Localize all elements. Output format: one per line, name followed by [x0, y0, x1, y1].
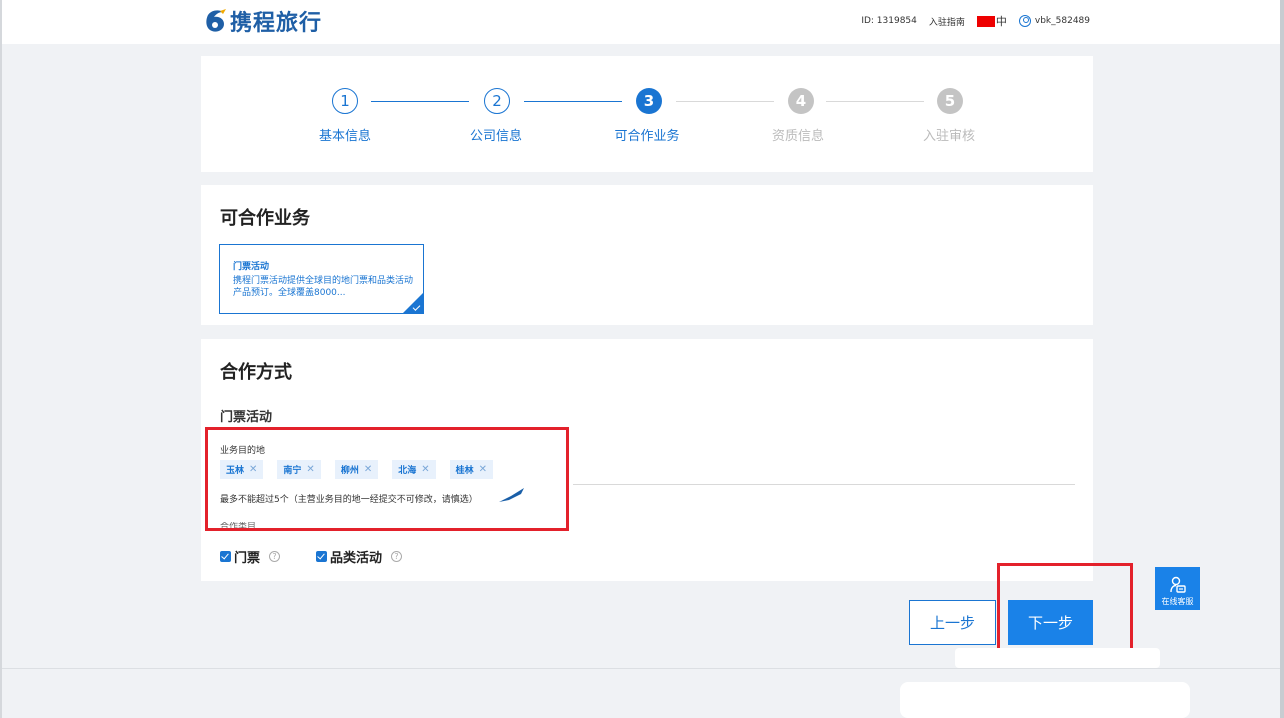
- logo-text: 携程旅行: [230, 11, 323, 36]
- redaction-blot: [900, 682, 1190, 718]
- user-menu[interactable]: vbk_582489: [1018, 15, 1090, 27]
- logo[interactable]: 携程旅行: [202, 6, 322, 36]
- step-3-circle: 3: [636, 88, 662, 114]
- footer-divider: [2, 668, 1280, 669]
- checkbox-checked-icon: [316, 551, 328, 562]
- redaction-blot: [955, 648, 1160, 668]
- step-1-circle: 1: [332, 88, 358, 114]
- annotation-box-destinations: [205, 427, 569, 531]
- step-2-circle: 2: [484, 88, 510, 114]
- checkbox-checked-icon: [220, 551, 231, 562]
- step-connector-2: [524, 101, 622, 102]
- checkbox-label: 品类活动: [330, 551, 383, 566]
- step-connector-3: [676, 101, 774, 102]
- step-5-circle: 5: [937, 88, 963, 114]
- header-right: ID: 1319854 入驻指南 中 vbk_582489: [849, 13, 1090, 29]
- business-option-title: 门票活动: [233, 262, 270, 272]
- business-section: 可合作业务 门票活动 携程门票活动提供全球目的地门票和品类活动产品预订。全球覆盖…: [201, 185, 1093, 325]
- checkbox-tickets[interactable]: 门票 ?: [220, 547, 281, 566]
- cooperation-section-title: 合作方式: [220, 362, 292, 383]
- progress-steps: 1 2 3 4 5 基本信息 公司信息 可合作业务 资质信息 入驻审核: [201, 56, 1093, 172]
- help-icon[interactable]: ?: [391, 551, 403, 562]
- user-icon: [1018, 15, 1031, 27]
- step-connector-4: [826, 101, 924, 102]
- online-service-label: 在线客服: [1161, 597, 1194, 606]
- page-edge-right: [1280, 0, 1284, 718]
- pen-scribble: [499, 488, 524, 502]
- online-service-button[interactable]: 在线客服: [1155, 567, 1200, 610]
- selected-corner-icon: [403, 293, 423, 313]
- language-switch[interactable]: 中: [976, 13, 1007, 29]
- business-option-description: 携程门票活动提供全球目的地门票和品类活动产品预订。全球覆盖8000...: [233, 276, 414, 298]
- next-button[interactable]: 下一步: [1008, 600, 1093, 645]
- username: vbk_582489: [1034, 16, 1090, 26]
- help-icon[interactable]: ?: [269, 551, 281, 562]
- step-1-label: 基本信息: [318, 129, 371, 144]
- guide-link[interactable]: 入驻指南: [929, 15, 965, 28]
- step-connector-1: [371, 101, 469, 102]
- step-4-label: 资质信息: [771, 129, 824, 144]
- business-option-tickets[interactable]: 门票活动 携程门票活动提供全球目的地门票和品类活动产品预订。全球覆盖8000..…: [219, 244, 424, 314]
- dolphin-logo-icon: [206, 9, 226, 32]
- step-2-label: 公司信息: [469, 129, 522, 144]
- previous-button[interactable]: 上一步: [909, 600, 996, 645]
- category-checkboxes: 门票 ? 品类活动 ?: [220, 547, 438, 566]
- step-5-label: 入驻审核: [922, 129, 975, 144]
- cooperation-subtitle: 门票活动: [220, 410, 273, 425]
- business-section-title: 可合作业务: [220, 208, 310, 229]
- destination-input-underline: [573, 484, 1075, 485]
- checkbox-label: 门票: [234, 551, 261, 566]
- merchant-id: ID: 1319854: [861, 16, 917, 26]
- step-4-circle: 4: [788, 88, 814, 114]
- top-bar: 携程旅行 ID: 1319854 入驻指南 中 vbk_582489: [2, 0, 1280, 44]
- language-label: 中: [995, 15, 1007, 28]
- customer-service-icon: [1169, 576, 1186, 593]
- china-flag-icon: [976, 15, 995, 27]
- step-3-label: 可合作业务: [614, 129, 680, 144]
- page-edge-left: [0, 0, 2, 718]
- checkbox-activities[interactable]: 品类活动 ?: [316, 547, 403, 566]
